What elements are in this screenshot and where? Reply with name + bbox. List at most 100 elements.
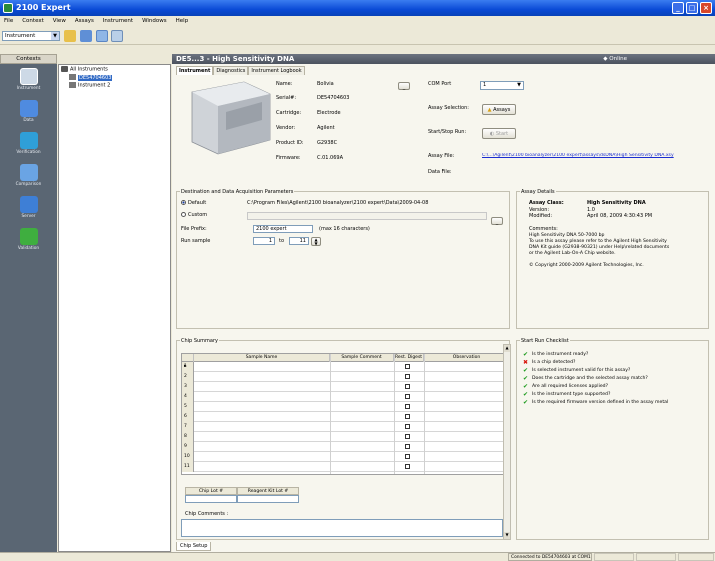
- nav-data[interactable]: Data: [0, 98, 57, 129]
- modified-value: April 08, 2009 4:30:43 PM: [587, 213, 653, 219]
- verification-icon: [19, 132, 38, 149]
- rest-digest-checkbox[interactable]: [405, 444, 410, 449]
- tree-root[interactable]: All Instruments: [61, 66, 108, 74]
- prefix-label: File Prefix:: [181, 226, 207, 232]
- rest-digest-checkbox[interactable]: [405, 364, 410, 369]
- menu-assays[interactable]: Assays: [75, 18, 94, 24]
- edit-name-button[interactable]: _: [398, 82, 410, 90]
- menu-help[interactable]: Help: [176, 18, 189, 24]
- nav-label: Verification: [16, 150, 41, 155]
- nav-validation[interactable]: Validation: [0, 226, 57, 257]
- start-button[interactable]: ◐ Start: [482, 128, 516, 139]
- rest-digest-checkbox[interactable]: [405, 384, 410, 389]
- table-row[interactable]: 8: [182, 432, 507, 442]
- rest-digest-checkbox[interactable]: [405, 464, 410, 469]
- nav-verification[interactable]: Verification: [0, 130, 57, 161]
- run-to-spinner[interactable]: ▲ ▼: [311, 237, 321, 246]
- tree-root-label: All Instruments: [70, 66, 108, 73]
- toolbar: Instrument ▼: [0, 27, 715, 45]
- menu-view[interactable]: View: [53, 18, 66, 24]
- custom-radio[interactable]: Custom: [181, 212, 207, 218]
- row-number: 3: [182, 382, 194, 392]
- status-bar: Connected to DE54704603 at COM1: [0, 552, 715, 561]
- tab-instrument[interactable]: Instrument: [176, 66, 214, 75]
- maximize-button[interactable]: □: [686, 2, 698, 14]
- table-row[interactable]: 7: [182, 422, 507, 432]
- tree-item-instrument-2[interactable]: Instrument 2: [69, 82, 110, 90]
- checklist-item: ✔ Are all required licenses applied?: [521, 383, 706, 391]
- prefix-input[interactable]: 2100 expert: [253, 225, 313, 233]
- chip-comments-input[interactable]: [181, 519, 503, 537]
- chip-comments-label: Chip Comments :: [185, 511, 229, 517]
- data-icon: [19, 100, 38, 117]
- save-icon[interactable]: [80, 30, 92, 42]
- nav-instrument[interactable]: Instrument: [0, 66, 57, 97]
- run-to-input[interactable]: 11: [289, 237, 309, 245]
- table-row[interactable]: 9: [182, 442, 507, 452]
- menu-file[interactable]: File: [4, 18, 13, 24]
- row-number: 11: [182, 462, 194, 472]
- nav-server[interactable]: Server: [0, 194, 57, 225]
- instrument-tree: All Instruments DE54704603 Instrument 2: [58, 64, 171, 552]
- assays-button[interactable]: ▲ Assays: [482, 104, 516, 115]
- nav-comparison[interactable]: Comparison: [0, 162, 57, 193]
- rest-digest-checkbox[interactable]: [405, 374, 410, 379]
- menu-context[interactable]: Context: [22, 18, 44, 24]
- browse-button[interactable]: _: [491, 217, 503, 225]
- rest-digest-checkbox[interactable]: [405, 394, 410, 399]
- table-row[interactable]: 5: [182, 402, 507, 412]
- close-button[interactable]: ×: [700, 2, 712, 14]
- table-header: Sample Name Sample Comment Rest. Digest …: [182, 354, 507, 362]
- print-icon[interactable]: [111, 30, 123, 42]
- assay-file-link[interactable]: C:\...\Agilent\2100 bioanalyzer\2100 exp…: [482, 153, 712, 158]
- open-folder-icon[interactable]: [64, 30, 76, 42]
- layout-icon[interactable]: [96, 30, 108, 42]
- context-header: DE5...3 - High Sensitivity DNA ◆ Online: [172, 54, 715, 64]
- chip-scrollbar[interactable]: ▲ ▼: [503, 344, 511, 540]
- custom-path-field[interactable]: [247, 212, 487, 220]
- table-row[interactable]: 3: [182, 382, 507, 392]
- default-radio[interactable]: Default: [181, 200, 206, 206]
- window-title: 2100 Expert: [16, 3, 71, 12]
- com-port-select[interactable]: 1 ▼: [480, 81, 524, 90]
- status-text: Connected to DE54704603 at COM1: [508, 553, 592, 561]
- instrument-tabs: Instrument Diagnostics Instrument Logbook: [176, 66, 305, 75]
- menu-instrument[interactable]: Instrument: [103, 18, 133, 24]
- rest-digest-checkbox[interactable]: [405, 414, 410, 419]
- table-row[interactable]: 10: [182, 452, 507, 462]
- run-to-label: to: [279, 238, 285, 244]
- reagent-lot-input[interactable]: [237, 495, 299, 503]
- status-pane: [594, 553, 634, 561]
- minimize-button[interactable]: _: [672, 2, 684, 14]
- assay-class-label: Assay Class:: [529, 200, 564, 206]
- table-row[interactable]: 1: [182, 362, 507, 372]
- run-from-input[interactable]: 1: [253, 237, 275, 245]
- nav-label: Comparison: [15, 182, 42, 187]
- tab-chip-setup[interactable]: Chip Setup: [176, 542, 212, 551]
- rest-digest-checkbox[interactable]: [405, 454, 410, 459]
- tree-item-instrument-1[interactable]: DE54704603: [69, 74, 113, 82]
- menu-windows[interactable]: Windows: [142, 18, 167, 24]
- table-row[interactable]: 2: [182, 372, 507, 382]
- row-number: 9: [182, 442, 194, 452]
- table-row[interactable]: 6: [182, 412, 507, 422]
- destination-group: Destination and Data Acquisition Paramet…: [176, 189, 510, 329]
- tab-diagnostics[interactable]: Diagnostics: [213, 66, 249, 75]
- rest-digest-checkbox[interactable]: [405, 424, 410, 429]
- assays-icon: ▲: [487, 107, 492, 113]
- rest-digest-checkbox[interactable]: [405, 404, 410, 409]
- chip-lot-input[interactable]: [185, 495, 237, 503]
- scroll-down-icon[interactable]: ▼: [504, 532, 510, 539]
- table-row[interactable]: 11: [182, 462, 507, 472]
- nav-label: Validation: [17, 246, 40, 251]
- rest-digest-checkbox[interactable]: [405, 434, 410, 439]
- tab-instrument-logbook[interactable]: Instrument Logbook: [248, 66, 305, 75]
- prefix-value: 2100 expert: [256, 226, 287, 232]
- table-row[interactable]: 4: [182, 392, 507, 402]
- assay-class-value: High Sensitivity DNA: [587, 200, 646, 206]
- checklist-text: Does the cartridge and the selected assa…: [532, 376, 648, 381]
- scroll-up-icon[interactable]: ▲: [504, 345, 510, 352]
- firmware-value: C.01.069A: [317, 155, 343, 161]
- context-select[interactable]: Instrument ▼: [2, 31, 60, 41]
- assays-button-label: Assays: [493, 107, 511, 113]
